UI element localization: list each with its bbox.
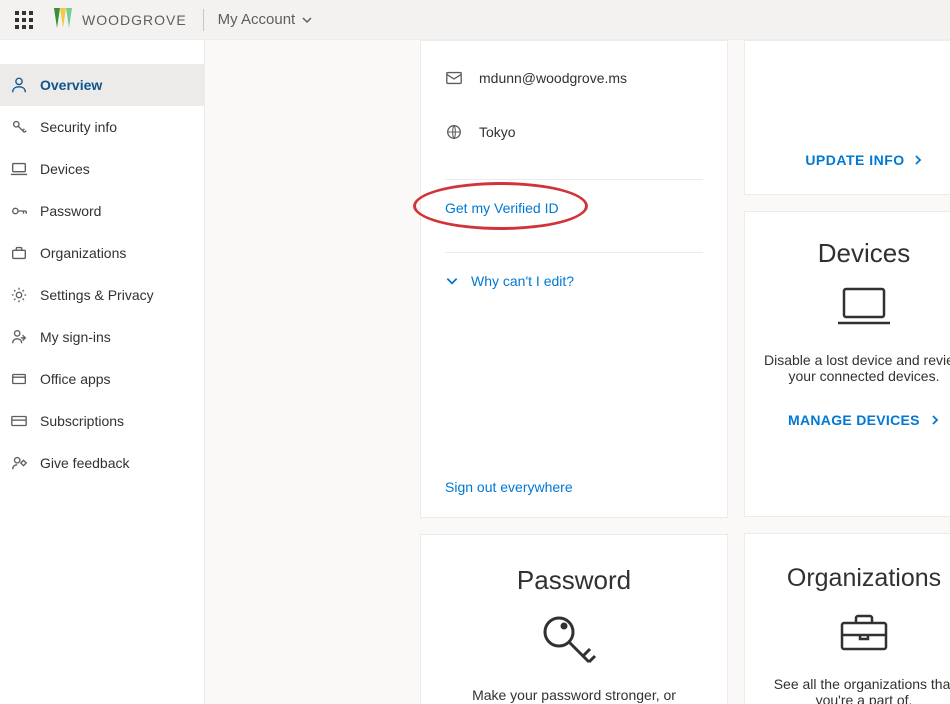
header-bar: WOODGROVE My Account bbox=[0, 0, 950, 40]
sidebar-item-label: Overview bbox=[40, 77, 102, 93]
profile-location-row: Tokyo bbox=[445, 105, 703, 159]
org-card-title: Organizations bbox=[763, 564, 950, 593]
sidebar-item-label: Devices bbox=[40, 161, 90, 177]
laptop-large-icon bbox=[763, 285, 950, 334]
profile-email: mdunn@woodgrove.ms bbox=[479, 70, 627, 86]
app-name-dropdown[interactable]: My Account bbox=[218, 11, 314, 28]
sidebar-item-label: Subscriptions bbox=[40, 413, 124, 429]
briefcase-large-icon bbox=[763, 609, 950, 658]
manage-devices-link[interactable]: MANAGE DEVICES bbox=[763, 412, 950, 428]
password-card: Password Make your password stronger, or… bbox=[420, 534, 728, 704]
devices-card-desc: Disable a lost device and review your co… bbox=[763, 352, 950, 384]
sidebar-item-organizations[interactable]: Organizations bbox=[0, 232, 204, 274]
org-card-desc: See all the organizations that you're a … bbox=[763, 676, 950, 704]
profile-email-row: mdunn@woodgrove.ms bbox=[445, 51, 703, 105]
globe-icon bbox=[445, 123, 463, 141]
key-icon bbox=[10, 118, 28, 136]
sidebar-item-signins[interactable]: My sign-ins bbox=[0, 316, 204, 358]
organizations-card: Organizations See all the organizations … bbox=[744, 533, 950, 704]
sidebar-item-label: Office apps bbox=[40, 371, 111, 387]
devices-card: Devices Disable a lost device and review… bbox=[744, 211, 950, 517]
chevron-down-icon bbox=[301, 14, 313, 26]
sidebar-item-label: My sign-ins bbox=[40, 329, 111, 345]
devices-card-title: Devices bbox=[763, 238, 950, 269]
chevron-down-icon bbox=[445, 274, 459, 288]
sidebar-item-office[interactable]: Office apps bbox=[0, 358, 204, 400]
verified-id-link-wrapper: Get my Verified ID bbox=[445, 200, 559, 218]
sidebar-item-label: Security info bbox=[40, 119, 117, 135]
divider bbox=[445, 179, 703, 180]
sidebar-item-feedback[interactable]: Give feedback bbox=[0, 442, 204, 484]
get-verified-id-link[interactable]: Get my Verified ID bbox=[445, 200, 559, 216]
mail-icon bbox=[445, 69, 463, 87]
sidebar-item-devices[interactable]: Devices bbox=[0, 148, 204, 190]
org-logo[interactable]: WOODGROVE bbox=[50, 6, 187, 33]
sidebar-item-label: Password bbox=[40, 203, 101, 219]
manage-devices-label: MANAGE DEVICES bbox=[788, 412, 920, 428]
divider bbox=[203, 9, 204, 31]
password-key-icon bbox=[10, 202, 28, 220]
signin-icon bbox=[10, 328, 28, 346]
app-launcher-icon[interactable] bbox=[8, 4, 40, 36]
app-name-label: My Account bbox=[218, 11, 296, 28]
update-info-card: UPDATE INFO bbox=[744, 40, 950, 195]
sidebar-item-overview[interactable]: Overview bbox=[0, 64, 204, 106]
divider bbox=[445, 252, 703, 253]
sidebar: Overview Security info Devices Password … bbox=[0, 40, 205, 704]
sidebar-item-password[interactable]: Password bbox=[0, 190, 204, 232]
briefcase-icon bbox=[10, 244, 28, 262]
sidebar-item-label: Organizations bbox=[40, 245, 126, 261]
sidebar-item-subscriptions[interactable]: Subscriptions bbox=[0, 400, 204, 442]
update-info-link[interactable]: UPDATE INFO bbox=[745, 152, 950, 168]
card-icon bbox=[10, 412, 28, 430]
apps-icon bbox=[10, 370, 28, 388]
sidebar-item-label: Settings & Privacy bbox=[40, 287, 154, 303]
profile-card: mdunn@woodgrove.ms Tokyo Get my Verified… bbox=[420, 40, 728, 518]
sidebar-item-settings[interactable]: Settings & Privacy bbox=[0, 274, 204, 316]
main-content: mdunn@woodgrove.ms Tokyo Get my Verified… bbox=[205, 40, 950, 704]
chevron-right-icon bbox=[913, 155, 923, 165]
chevron-right-icon bbox=[930, 415, 940, 425]
why-cant-edit-expander[interactable]: Why can't I edit? bbox=[445, 273, 703, 289]
key-large-icon bbox=[449, 612, 699, 669]
gear-icon bbox=[10, 286, 28, 304]
password-card-desc: Make your password stronger, or change i… bbox=[449, 687, 699, 704]
sidebar-item-label: Give feedback bbox=[40, 455, 130, 471]
update-info-label: UPDATE INFO bbox=[805, 152, 904, 168]
sidebar-item-security[interactable]: Security info bbox=[0, 106, 204, 148]
woodgrove-logo-icon bbox=[50, 6, 78, 33]
sign-out-everywhere-link[interactable]: Sign out everywhere bbox=[445, 479, 573, 495]
org-name: WOODGROVE bbox=[82, 12, 187, 28]
person-icon bbox=[10, 76, 28, 94]
feedback-icon bbox=[10, 454, 28, 472]
password-card-title: Password bbox=[449, 565, 699, 596]
why-cant-edit-label: Why can't I edit? bbox=[471, 273, 574, 289]
laptop-icon bbox=[10, 160, 28, 178]
profile-location: Tokyo bbox=[479, 124, 516, 140]
